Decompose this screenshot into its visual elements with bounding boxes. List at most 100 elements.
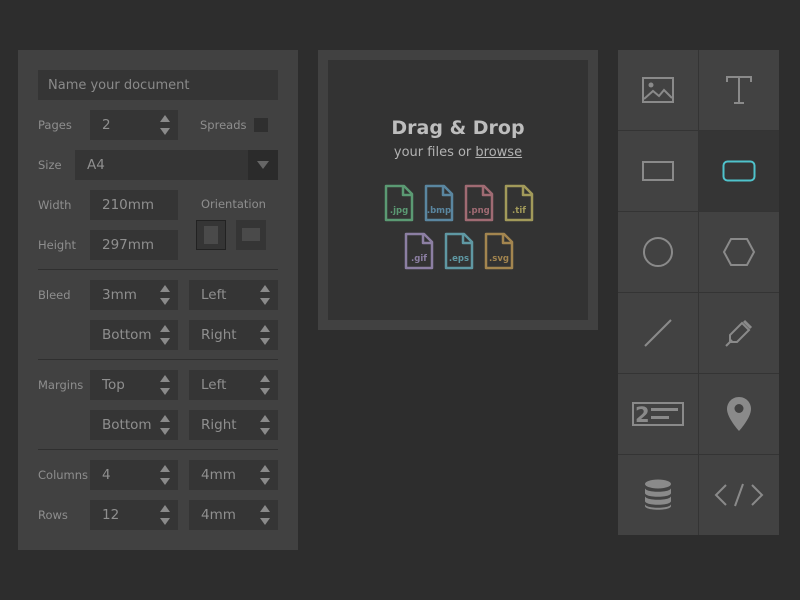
numbered-list-icon: 2 <box>632 402 684 426</box>
rows-gutter-value: 4mm <box>201 507 236 523</box>
width-input[interactable]: 210mm <box>90 190 178 220</box>
size-label: Size <box>38 158 62 172</box>
file-type-icon: .jpg <box>384 184 414 222</box>
spinner-arrows-icon[interactable] <box>160 465 170 485</box>
numbered-list-tool-button[interactable]: 2 <box>618 374 698 454</box>
hexagon-tool-button[interactable] <box>699 212 779 292</box>
file-extension-label: .eps <box>448 254 470 264</box>
margins-label: Margins <box>38 378 84 392</box>
spinner-arrows-icon[interactable] <box>160 505 170 525</box>
bleed-side-value: Left <box>201 287 227 303</box>
rows-gutter-stepper[interactable]: 4mm <box>189 500 278 530</box>
columns-label: Columns <box>38 468 89 482</box>
pen-tool-button[interactable] <box>699 293 779 373</box>
spinner-arrows-icon[interactable] <box>160 415 170 435</box>
divider <box>38 269 278 270</box>
dropzone-subtitle-text: your files or <box>393 145 476 160</box>
spinner-arrows-icon[interactable] <box>260 285 270 305</box>
spinner-arrows-icon[interactable] <box>260 325 270 345</box>
size-select[interactable]: A4 <box>75 150 278 180</box>
bleed-value: 3mm <box>102 287 137 303</box>
chevron-down-icon[interactable] <box>248 150 278 180</box>
circle-tool-button[interactable] <box>618 212 698 292</box>
pages-label: Pages <box>38 118 72 132</box>
margin-side-value: Right <box>201 417 237 433</box>
height-input[interactable]: 297mm <box>90 230 178 260</box>
columns-gutter-stepper[interactable]: 4mm <box>189 460 278 490</box>
file-extension-label: .png <box>468 206 490 216</box>
svg-text:2: 2 <box>635 403 650 426</box>
file-extension-label: .bmp <box>426 206 452 216</box>
spinner-arrows-icon[interactable] <box>260 375 270 395</box>
dropzone-title: Drag & Drop <box>391 117 525 139</box>
bleed-stepper[interactable]: 3mm <box>90 280 178 310</box>
divider <box>38 449 278 450</box>
divider <box>38 359 278 360</box>
file-extension-label: .jpg <box>389 206 409 216</box>
columns-stepper[interactable]: 4 <box>90 460 178 490</box>
file-type-icon: .tif <box>504 184 534 222</box>
margin-side-select[interactable]: Bottom <box>90 410 178 440</box>
margin-side-value: Top <box>102 377 125 393</box>
pages-stepper[interactable]: 2 <box>90 110 178 140</box>
rectangle-tool-button[interactable] <box>618 131 698 211</box>
spinner-arrows-icon[interactable] <box>260 505 270 525</box>
file-upload-panel: Drag & Drop your files or browse .jpg .bm… <box>318 50 598 330</box>
margin-side-select[interactable]: Left <box>189 370 278 400</box>
tools-panel: 2 <box>618 50 779 535</box>
file-extension-label: .svg <box>489 254 509 264</box>
file-type-icon: .gif <box>404 232 434 270</box>
spreads-checkbox[interactable] <box>254 118 268 132</box>
rounded-rectangle-tool-button[interactable] <box>699 131 779 211</box>
circle-icon <box>643 237 673 267</box>
columns-gutter-value: 4mm <box>201 467 236 483</box>
code-icon <box>714 483 764 507</box>
spreads-label: Spreads <box>200 118 247 132</box>
spinner-arrows-icon[interactable] <box>160 115 170 135</box>
line-icon <box>644 319 672 347</box>
bleed-side-select[interactable]: Right <box>189 320 278 350</box>
dropzone[interactable]: Drag & Drop your files or browse .jpg .bm… <box>328 60 588 320</box>
database-icon <box>645 479 671 510</box>
browse-link[interactable]: browse <box>475 145 522 160</box>
pages-value: 2 <box>102 117 111 133</box>
spinner-arrows-icon[interactable] <box>260 465 270 485</box>
orientation-label: Orientation <box>201 197 266 211</box>
dropzone-subtitle: your files or browse <box>328 145 588 160</box>
text-icon <box>726 76 752 104</box>
bleed-label: Bleed <box>38 288 71 302</box>
height-label: Height <box>38 238 77 252</box>
spinner-arrows-icon[interactable] <box>160 285 170 305</box>
spinner-arrows-icon[interactable] <box>160 375 170 395</box>
document-settings-panel: Name your document Pages 2 Spreads Size … <box>18 50 298 550</box>
bleed-side-value: Right <box>201 327 237 343</box>
spinner-arrows-icon[interactable] <box>160 325 170 345</box>
file-type-icon: .png <box>464 184 494 222</box>
image-tool-button[interactable] <box>618 50 698 130</box>
bleed-side-select[interactable]: Bottom <box>90 320 178 350</box>
bleed-side-select[interactable]: Left <box>189 280 278 310</box>
file-extension-label: .gif <box>411 254 427 264</box>
rows-stepper[interactable]: 12 <box>90 500 178 530</box>
map-pin-tool-button[interactable] <box>699 374 779 454</box>
image-icon <box>642 77 674 103</box>
landscape-orientation-button[interactable] <box>236 220 266 250</box>
line-tool-button[interactable] <box>618 293 698 373</box>
margin-side-select[interactable]: Top <box>90 370 178 400</box>
code-tool-button[interactable] <box>699 455 779 535</box>
width-label: Width <box>38 198 72 212</box>
file-type-icon: .eps <box>444 232 474 270</box>
bleed-side-value: Bottom <box>102 327 152 343</box>
rows-label: Rows <box>38 508 68 522</box>
spinner-arrows-icon[interactable] <box>260 415 270 435</box>
text-tool-button[interactable] <box>699 50 779 130</box>
portrait-orientation-button[interactable] <box>196 220 226 250</box>
rows-value: 12 <box>102 507 120 523</box>
document-name-input[interactable]: Name your document <box>38 70 278 100</box>
database-tool-button[interactable] <box>618 455 698 535</box>
file-type-icon: .svg <box>484 232 514 270</box>
map-pin-icon <box>727 397 751 431</box>
margin-side-select[interactable]: Right <box>189 410 278 440</box>
pen-icon <box>725 319 753 347</box>
rectangle-icon <box>642 161 674 181</box>
